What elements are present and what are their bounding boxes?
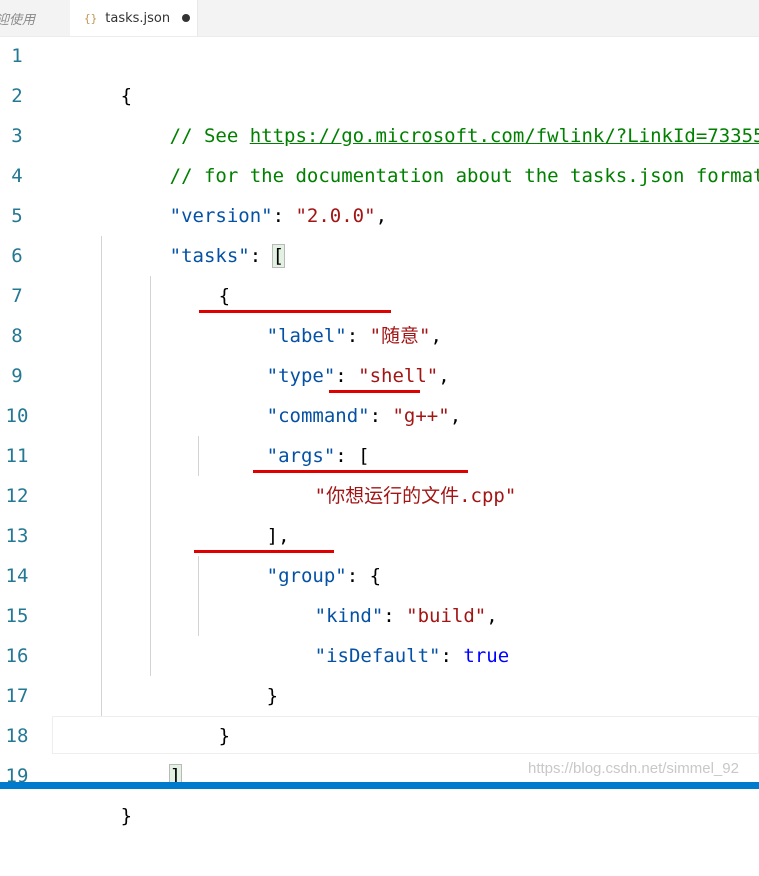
tab-tasks-json-label: tasks.json <box>105 10 171 26</box>
status-bar <box>0 782 759 789</box>
tab-bar: 迎使用 {} tasks.json <box>0 0 759 37</box>
json-value-args-item: "你想运行的文件.cpp" <box>314 485 517 507</box>
close-brace: } <box>266 685 279 707</box>
json-braces-icon: {} <box>84 11 98 25</box>
close-brace: } <box>218 725 231 747</box>
code-line-14: "kind": "build", <box>314 605 498 627</box>
watermark-text: https://blog.csdn.net/simmel_92 <box>528 760 739 777</box>
code-line-8: "type": "shell", <box>266 365 450 387</box>
code-line-2: // See https://go.microsoft.com/fwlink/?… <box>101 76 759 147</box>
json-key-isdefault: "isDefault" <box>314 645 441 667</box>
json-value-version: "2.0.0" <box>295 205 376 227</box>
code-line-15: "isDefault": true <box>314 645 510 667</box>
close-brace: } <box>120 805 133 827</box>
annotation-underline-args <box>253 470 468 473</box>
code-line-10: "args": [ <box>266 445 370 467</box>
code-line-1: { <box>52 36 132 107</box>
annotation-underline-group <box>194 550 334 553</box>
code-line-19: } <box>52 756 132 827</box>
tab-welcome-label: 迎使用 <box>0 12 36 28</box>
code-editor[interactable]: 1 2 3 4 5 6 7 8 9 10 11 12 13 14 15 16 1… <box>0 36 759 827</box>
code-line-3: // for the documentation about the tasks… <box>101 116 759 187</box>
json-value-isdefault: true <box>463 645 510 667</box>
annotation-underline-label <box>199 310 391 313</box>
code-area[interactable]: { // See https://go.microsoft.com/fwlink… <box>0 36 759 827</box>
code-line-6: { <box>150 236 230 307</box>
code-line-18: ] <box>101 716 183 788</box>
tab-tasks-json[interactable]: {} tasks.json <box>70 0 198 36</box>
matched-bracket: [ <box>271 244 286 268</box>
code-line-16: } <box>198 636 278 707</box>
code-line-5: "tasks": [ <box>169 244 286 268</box>
annotation-underline-command <box>329 390 420 393</box>
tab-welcome[interactable]: 迎使用 <box>0 0 70 36</box>
json-value-command: "g++" <box>392 405 450 427</box>
code-line-17: } <box>150 676 230 747</box>
unsaved-dot-icon[interactable] <box>182 14 191 22</box>
code-line-12: ], <box>198 476 290 547</box>
code-line-4: "version": "2.0.0", <box>169 205 388 227</box>
